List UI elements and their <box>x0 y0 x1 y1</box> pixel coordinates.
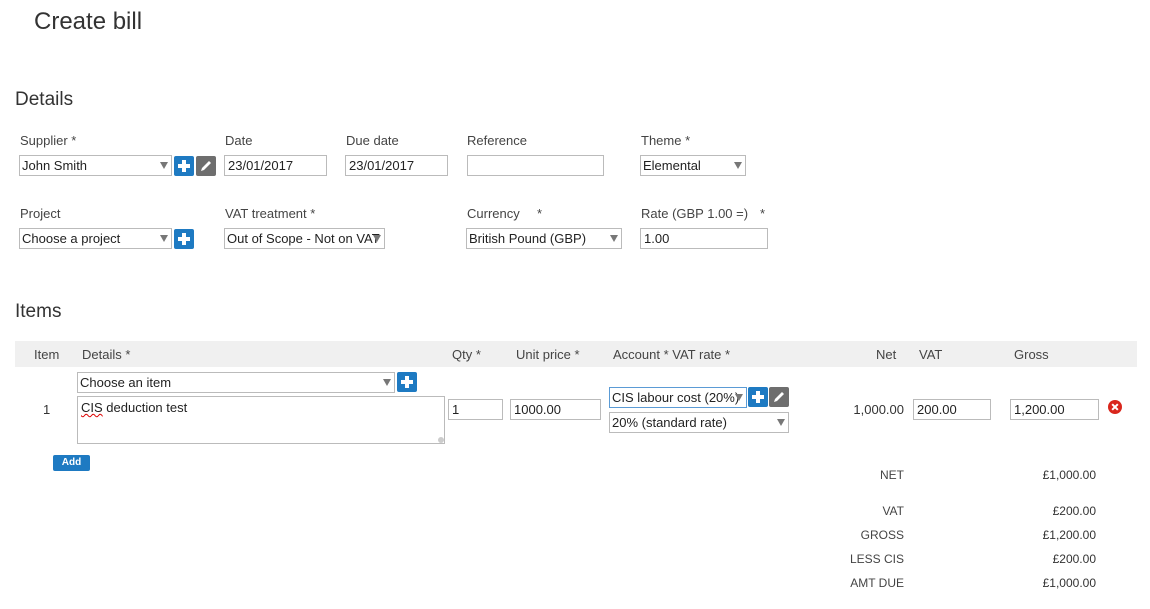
account-select[interactable]: CIS labour cost (20%) <box>609 387 747 408</box>
details-text: deduction test <box>102 400 188 415</box>
supplier-value: John Smith <box>22 158 88 173</box>
date-label: Date <box>225 133 253 148</box>
col-qty: Qty * <box>452 347 481 362</box>
due-date-label: Due date <box>346 133 399 148</box>
pencil-icon <box>774 392 784 402</box>
total-value: £200.00 <box>1052 552 1096 566</box>
remove-row-icon[interactable] <box>1108 400 1122 414</box>
chevron-down-icon <box>734 162 742 169</box>
add-supplier-button[interactable] <box>174 156 194 176</box>
date-input[interactable]: 23/01/2017 <box>224 155 327 176</box>
unit-price-input[interactable]: 1000.00 <box>510 399 601 420</box>
total-value: £200.00 <box>1052 504 1096 518</box>
col-details: Details * <box>82 347 131 362</box>
gross-input[interactable]: 1,200.00 <box>1010 399 1099 420</box>
chevron-down-icon <box>610 235 618 242</box>
total-label: LESS CIS <box>849 552 904 566</box>
total-label: AMT DUE <box>850 576 904 590</box>
reference-label: Reference <box>467 133 527 148</box>
add-project-button[interactable] <box>174 229 194 249</box>
project-select[interactable]: Choose a project <box>19 228 172 249</box>
supplier-select[interactable]: John Smith <box>19 155 172 176</box>
total-label: NET <box>880 468 904 482</box>
items-heading: Items <box>15 301 62 322</box>
vat-treatment-value: Out of Scope - Not on VAT <box>227 231 380 246</box>
chevron-down-icon <box>160 235 168 242</box>
chevron-down-icon <box>777 419 785 426</box>
currency-value: British Pound (GBP) <box>469 231 587 246</box>
item-number: 1 <box>43 402 51 417</box>
chevron-down-icon <box>160 162 168 169</box>
rate-input[interactable]: 1.00 <box>640 228 768 249</box>
total-value: £1,000.00 <box>1042 468 1096 482</box>
net-value: 1,000.00 <box>853 402 904 417</box>
chevron-down-icon <box>373 235 381 242</box>
rate-label: Rate (GBP 1.00 =) <box>641 206 749 221</box>
currency-label: Currency <box>467 206 520 221</box>
page-title: Create bill <box>34 8 143 35</box>
currency-select[interactable]: British Pound (GBP) <box>466 228 622 249</box>
total-label: GROSS <box>860 528 904 542</box>
col-item: Item <box>34 347 60 362</box>
col-gross: Gross <box>1014 347 1049 362</box>
account-value: CIS labour cost (20%) <box>612 390 740 405</box>
theme-label: Theme * <box>641 133 691 148</box>
add-account-button[interactable] <box>748 387 768 407</box>
supplier-label: Supplier * <box>20 133 77 148</box>
qty-input[interactable]: 1 <box>448 399 503 420</box>
project-value: Choose a project <box>22 231 121 246</box>
edit-account-button[interactable] <box>769 387 789 407</box>
details-heading: Details <box>15 89 74 110</box>
total-value: £1,000.00 <box>1042 576 1096 590</box>
rate-required-mark: * <box>760 206 766 221</box>
items-table-header: Item Details * Qty * Unit price * Accoun… <box>15 341 1137 367</box>
item-select[interactable]: Choose an item <box>77 372 395 393</box>
chevron-down-icon <box>383 379 391 386</box>
add-item-button[interactable] <box>397 372 417 392</box>
total-value: £1,200.00 <box>1042 528 1096 542</box>
resize-handle-icon[interactable] <box>438 437 444 443</box>
details-textarea[interactable]: CIS deduction test <box>77 396 445 444</box>
vat-rate-value: 20% (standard rate) <box>612 415 727 430</box>
edit-supplier-button[interactable] <box>196 156 216 176</box>
col-unit-price: Unit price * <box>516 347 580 362</box>
vat-rate-select[interactable]: 20% (standard rate) <box>609 412 789 433</box>
theme-select[interactable]: Elemental <box>640 155 746 176</box>
vat-input[interactable]: 200.00 <box>913 399 991 420</box>
vat-treatment-label: VAT treatment * <box>225 206 316 221</box>
details-text-prefix: CIS <box>81 400 103 415</box>
due-date-input[interactable]: 23/01/2017 <box>345 155 448 176</box>
total-label: VAT <box>882 504 904 518</box>
theme-value: Elemental <box>643 158 701 173</box>
reference-input[interactable] <box>467 155 604 176</box>
col-net: Net <box>876 347 897 362</box>
vat-treatment-select[interactable]: Out of Scope - Not on VAT <box>224 228 385 249</box>
pencil-icon <box>201 161 211 171</box>
col-account-vat: Account * VAT rate * <box>613 347 731 362</box>
project-label: Project <box>20 206 61 221</box>
currency-required-mark: * <box>537 206 543 221</box>
chevron-down-icon <box>735 394 743 401</box>
add-line-button[interactable]: Add <box>53 455 90 471</box>
col-vat: VAT <box>919 347 943 362</box>
item-select-value: Choose an item <box>80 375 172 390</box>
